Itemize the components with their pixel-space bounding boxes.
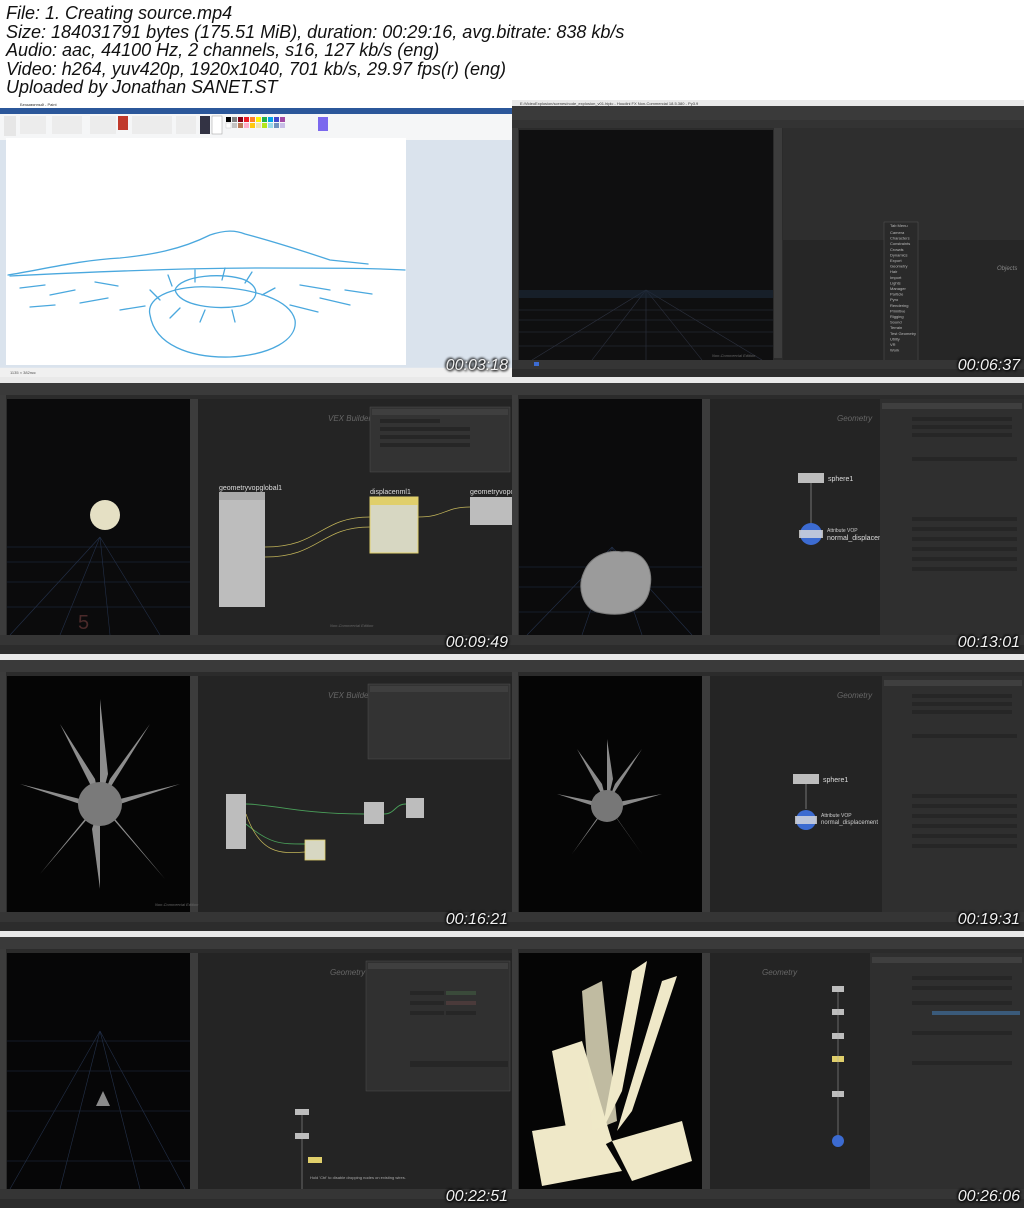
- network-context-label: Geometry: [837, 691, 873, 700]
- svg-text:Attribute VOP: Attribute VOP: [827, 528, 858, 534]
- tab-menu-item[interactable]: Test Geometry: [890, 331, 916, 336]
- tab-menu-item[interactable]: Camera: [890, 230, 905, 235]
- uploader-line: Uploaded by Jonathan SANET.ST: [6, 77, 278, 97]
- timeline[interactable]: [512, 1189, 1024, 1199]
- thumbnail-timestamp: 00:19:31: [957, 911, 1020, 928]
- tab-menu-item[interactable]: Primitive: [890, 308, 906, 313]
- file-name-line: File: 1. Creating source.mp4: [6, 3, 233, 23]
- paint-toolbar[interactable]: [4, 115, 223, 136]
- svg-text:sphere1: sphere1: [823, 777, 848, 784]
- svg-text:geometryvopglobal1: geometryvopglobal1: [219, 485, 282, 492]
- svg-text:normal_displacem: normal_displacem: [827, 535, 884, 542]
- thumbnail-grid: Безымянный - Paint 1135 × 382пкс 00:03:1…: [0, 100, 1024, 1208]
- network-context-label: VEX Builder: [328, 414, 371, 423]
- thumbnail-timestamp: 00:26:06: [957, 1188, 1020, 1205]
- tab-menu[interactable]: Tab Menu CameraCharactersConstraintsCrow…: [883, 221, 919, 373]
- svg-text:normal_displacement: normal_displacement: [821, 820, 878, 826]
- thumbnail-6-spiky-geometry: Geometry sphere1 Attribute VOP normal_di…: [512, 654, 1024, 931]
- network-context-label: Geometry: [330, 968, 366, 977]
- timeline[interactable]: [512, 635, 1024, 645]
- thumbnail-timestamp: 00:13:01: [957, 634, 1020, 651]
- network-context-label: Geometry: [837, 414, 873, 423]
- tab-menu-item[interactable]: Geometry: [890, 264, 908, 269]
- file-info-header: File: 1. Creating source.mp4 Size: 18403…: [0, 0, 1024, 100]
- thumbnail-timestamp: 00:09:49: [445, 634, 508, 651]
- tab-menu-item[interactable]: Manager: [890, 286, 906, 291]
- network-context-label: Geometry: [762, 968, 798, 977]
- paint-status-text: 1135 × 382пкс: [10, 370, 36, 375]
- thumbnail-7-transform: Geometry Hold 'Ctrl' to disable dropping…: [0, 931, 512, 1208]
- file-size-line: Size: 184031791 bytes (175.51 MiB), dura…: [6, 21, 625, 42]
- thumbnail-timestamp: 00:03:18: [445, 357, 508, 374]
- tab-menu-item[interactable]: Import: [890, 275, 902, 280]
- parameter-pane[interactable]: [365, 960, 511, 1092]
- svg-text:5: 5: [78, 612, 89, 634]
- svg-text:geometryvopou: geometryvopou: [470, 489, 512, 496]
- network-editor[interactable]: [710, 676, 882, 912]
- thumbnail-3-vex-builder: 5 VEX Builder geometryvopglobal1 displac…: [0, 377, 512, 654]
- geometryvopout-node[interactable]: geometryvopou: [470, 489, 512, 525]
- paint-window: Безымянный - Paint 1135 × 382пкс: [0, 100, 512, 377]
- thumbnail-8-scatter: Geometry 00:26:06: [512, 931, 1024, 1208]
- thumbnail-timestamp: 00:16:21: [445, 911, 508, 928]
- parameter-pane[interactable]: [369, 406, 511, 473]
- thumbnail-timestamp: 00:06:37: [957, 357, 1020, 374]
- houdini-title-text: E:/VideoExplosion/scenes/node_explosion_…: [520, 101, 699, 106]
- thumbnail-2-houdini-tab-menu: E:/VideoExplosion/scenes/node_explosion_…: [512, 100, 1024, 377]
- tab-menu-item[interactable]: Pyro: [890, 297, 899, 302]
- tab-menu-item[interactable]: Utility: [890, 336, 900, 341]
- tab-menu-item[interactable]: VR: [890, 342, 896, 347]
- svg-text:Non-Commercial Edition: Non-Commercial Edition: [155, 902, 199, 907]
- timeline[interactable]: [0, 635, 512, 645]
- watermark-text: Non-Commercial Edition: [712, 353, 756, 358]
- tab-menu-item[interactable]: Hair: [890, 269, 898, 274]
- houdini-menu-bar[interactable]: [512, 106, 1024, 120]
- displacenml-node[interactable]: displacenml1: [369, 489, 419, 554]
- timeline[interactable]: [512, 360, 1024, 369]
- sphere-preview: [90, 500, 120, 530]
- network-editor[interactable]: [710, 953, 870, 1189]
- network-context-label: Objects: [997, 266, 1017, 272]
- parameter-pane[interactable]: [367, 683, 511, 760]
- svg-text:Attribute VOP: Attribute VOP: [821, 813, 852, 819]
- network-editor[interactable]: [710, 399, 880, 635]
- audio-info-line: Audio: aac, 44100 Hz, 2 channels, s16, 1…: [6, 40, 440, 60]
- paint-canvas[interactable]: [6, 138, 406, 365]
- tab-menu-item[interactable]: Export: [890, 258, 902, 263]
- tab-menu-item[interactable]: Constraints: [890, 241, 910, 246]
- tab-menu-item[interactable]: Sound: [890, 320, 902, 325]
- shelf-tabs[interactable]: [512, 120, 1024, 128]
- tab-menu-item[interactable]: Particle: [890, 292, 904, 297]
- thumbnail-1-paint: Безымянный - Paint 1135 × 382пкс 00:03:1…: [0, 100, 512, 377]
- tab-menu-title: Tab Menu: [890, 223, 908, 228]
- paint3d-icon[interactable]: [318, 117, 328, 131]
- thumbnail-4-displaced-sphere: Geometry sphere1 Attribute VOP normal_di…: [512, 377, 1024, 654]
- video-info-line: Video: h264, yuv420p, 1920x1040, 701 kb/…: [6, 58, 507, 79]
- thumbnail-5-spiky-vex: VEX Builder Non-Commercial Edition 00:16…: [0, 654, 512, 931]
- timeline[interactable]: [0, 1189, 512, 1199]
- svg-text:displacenml1: displacenml1: [370, 489, 411, 496]
- timeline[interactable]: [512, 912, 1024, 922]
- thumbnail-timestamp: 00:22:51: [445, 1188, 508, 1205]
- tab-menu-item[interactable]: Terrain: [890, 325, 902, 330]
- viewport-toolbar[interactable]: [512, 128, 518, 368]
- tab-menu-item[interactable]: Characters: [890, 236, 910, 241]
- svg-text:sphere1: sphere1: [828, 476, 853, 483]
- tab-menu-item[interactable]: Rigging: [890, 314, 904, 319]
- paint-title-text: Безымянный - Paint: [20, 102, 57, 107]
- tab-menu-item[interactable]: Dynamics: [890, 252, 908, 257]
- tab-menu-item[interactable]: Crowds: [890, 247, 904, 252]
- network-context-label: VEX Builder: [328, 691, 371, 700]
- displaced-rock-preview: [580, 550, 652, 615]
- tab-menu-item[interactable]: Lights: [890, 280, 901, 285]
- tab-menu-item[interactable]: Work: [890, 348, 899, 353]
- tab-menu-item[interactable]: Rendering: [890, 303, 908, 308]
- svg-text:Non-Commercial Edition: Non-Commercial Edition: [330, 623, 374, 628]
- hint-text: Hold 'Ctrl' to disable dropping nodes on…: [310, 1175, 406, 1180]
- timeline[interactable]: [0, 912, 512, 922]
